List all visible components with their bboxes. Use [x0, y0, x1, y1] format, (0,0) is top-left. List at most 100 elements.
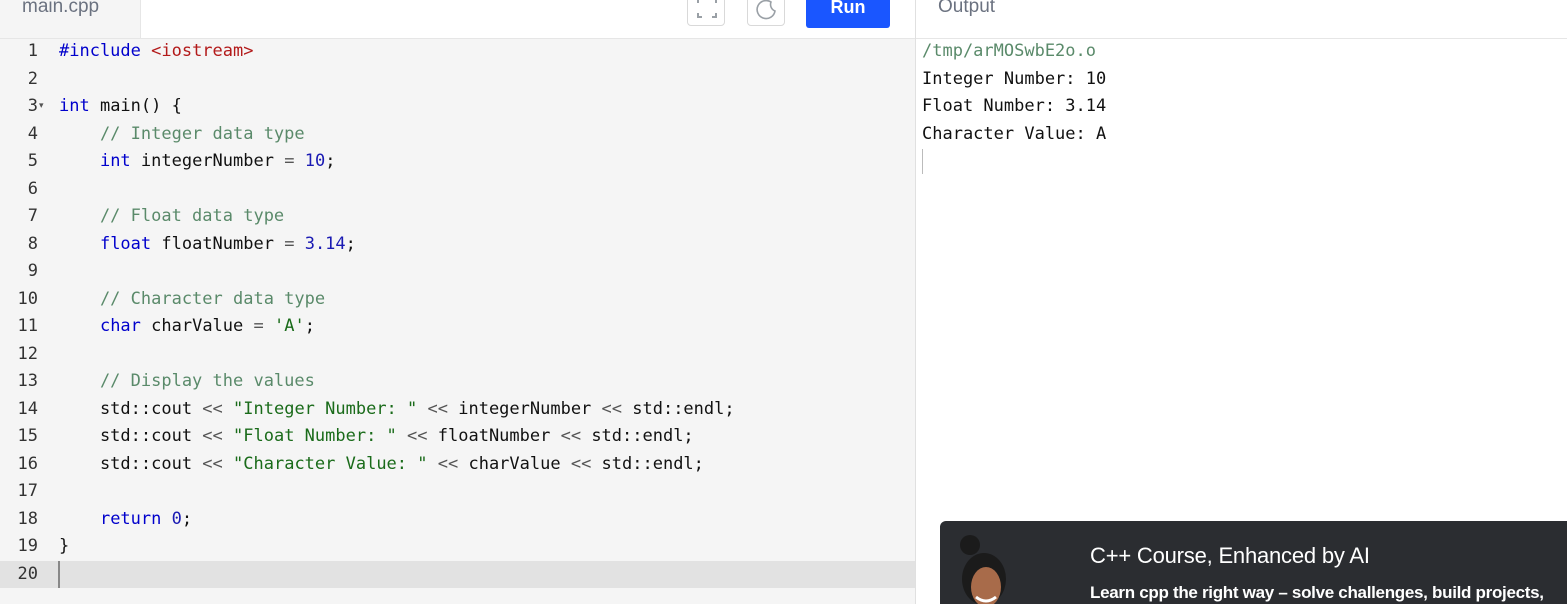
line-number: 10 — [17, 288, 38, 309]
code-token: std::endl; — [591, 453, 704, 474]
code-token: << — [407, 426, 428, 446]
person-avatar — [960, 535, 1006, 604]
code-line[interactable]: 17 — [0, 478, 915, 506]
fold-toggle-icon[interactable]: ▾ — [39, 93, 44, 121]
code-line[interactable]: 15 std::cout << "Float Number: " << floa… — [0, 423, 915, 451]
code-token: } — [59, 536, 70, 556]
code-line[interactable]: 20 — [0, 560, 915, 588]
code-line[interactable]: 14 std::cout << "Integer Number: " << in… — [0, 396, 915, 424]
line-number: 4 — [27, 123, 38, 144]
code-line[interactable]: 13 // Display the values — [0, 368, 915, 396]
code-token: 10 — [304, 151, 326, 171]
code-text: } — [59, 533, 69, 561]
output-pane: Output /tmp/arMOSwbE2o.o Integer Number: … — [916, 0, 1567, 604]
code-token: integerNumber — [130, 151, 285, 171]
fullscreen-button[interactable] — [687, 0, 725, 26]
code-text: int main() { — [59, 93, 182, 121]
code-token: << — [570, 453, 592, 474]
code-line[interactable]: 19} — [0, 533, 915, 561]
code-token: << — [427, 398, 448, 419]
code-text: // Character data type — [59, 286, 325, 314]
code-line[interactable]: 6 — [0, 176, 915, 204]
theme-toggle-button[interactable] — [747, 0, 785, 26]
code-text: int integerNumber = 10; — [59, 148, 335, 176]
line-number: 7 — [27, 206, 38, 226]
file-tab-label: main.cpp — [22, 0, 100, 17]
code-text: // Display the values — [59, 368, 315, 396]
promo-banner[interactable]: C++ Course, Enhanced by AI Learn cpp the… — [940, 521, 1567, 604]
code-line[interactable]: 2 — [0, 66, 915, 94]
editor-pane[interactable]: main.cpp Run 1 #include <iostream> 2 3 ▾ int … — [0, 0, 916, 604]
code-token: // Integer data type — [59, 123, 305, 144]
code-token: << — [202, 453, 223, 474]
moon-icon — [756, 0, 776, 20]
code-text: return 0; — [59, 506, 192, 534]
line-number: 1 — [27, 41, 38, 61]
code-line[interactable]: 5 int integerNumber = 10; — [0, 148, 915, 176]
code-token: = — [284, 233, 295, 254]
line-number: 3 — [27, 96, 38, 116]
code-token: << — [560, 426, 582, 446]
promo-title: C++ Course, Enhanced by AI — [1090, 543, 1370, 568]
code-token: "Float Number: " — [233, 426, 397, 446]
code-text: std::cout << "Character Value: " << char… — [59, 451, 704, 479]
code-token: int — [59, 96, 90, 116]
code-token: charValue — [458, 453, 571, 474]
code-token: 3.14 — [304, 233, 346, 254]
code-text: std::cout << "Float Number: " << floatNu… — [59, 423, 694, 451]
code-text: // Float data type — [59, 203, 284, 231]
code-line[interactable]: 12 — [0, 341, 915, 369]
code-token: ; — [345, 233, 356, 254]
output-line: Integer Number: 10 — [922, 68, 1107, 89]
code-editor[interactable]: 1 #include <iostream> 2 3 ▾ int main() {4 // … — [0, 38, 915, 604]
output-line: Character Value: A — [922, 123, 1107, 144]
line-number: 18 — [17, 508, 38, 529]
code-line[interactable]: 11 char charValue = 'A'; — [0, 313, 915, 341]
line-number: 16 — [17, 453, 38, 474]
code-line[interactable]: 4 // Integer data type — [0, 121, 915, 149]
code-line[interactable]: 16 std::cout << "Character Value: " << c… — [0, 451, 915, 479]
code-token: std::cout — [59, 398, 203, 419]
code-line[interactable]: 8 float floatNumber = 3.14; — [0, 231, 915, 259]
run-button-label: Run — [830, 0, 866, 17]
code-token: char — [99, 316, 141, 336]
run-button[interactable]: Run — [806, 0, 890, 28]
output-line: Float Number: 3.14 — [922, 96, 1107, 116]
code-text: char charValue = 'A'; — [59, 313, 315, 341]
code-token: = — [253, 316, 264, 336]
code-token: charValue — [140, 316, 254, 336]
code-token: std::cout — [59, 453, 203, 474]
fullscreen-icon — [697, 0, 717, 18]
line-number: 12 — [17, 343, 38, 364]
line-number: 19 — [17, 536, 38, 556]
code-line[interactable]: 7 // Float data type — [0, 203, 915, 231]
code-line[interactable]: 3 ▾ int main() { — [0, 93, 915, 121]
line-number: 6 — [27, 178, 38, 199]
line-number: 20 — [17, 563, 38, 584]
code-line[interactable]: 10 // Character data type — [0, 286, 915, 314]
code-token: float — [99, 233, 152, 254]
code-token: // Float data type — [59, 206, 285, 226]
output-path: /tmp/arMOSwbE2o.o — [922, 41, 1096, 61]
line-number: 15 — [17, 426, 38, 446]
output-header: Output — [916, 0, 1567, 39]
line-number: 17 — [17, 481, 38, 501]
code-line[interactable]: 18 return 0; — [0, 506, 915, 534]
file-tab-main-cpp[interactable]: main.cpp — [0, 0, 141, 38]
code-token: << — [437, 453, 459, 474]
code-token: ; — [325, 151, 336, 171]
code-token: 0 — [171, 508, 182, 529]
code-token: << — [202, 398, 223, 419]
code-token: std::endl; — [581, 426, 694, 446]
code-line[interactable]: 1 #include <iostream> — [0, 38, 915, 66]
code-line[interactable]: 9 — [0, 258, 915, 286]
